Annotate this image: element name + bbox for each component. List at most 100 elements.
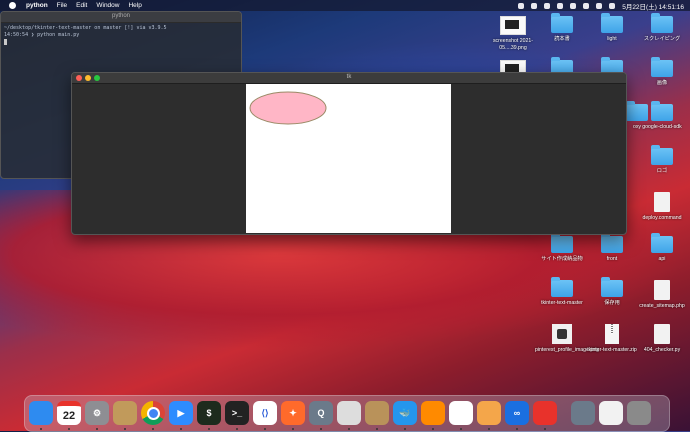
safari-icon[interactable]: ✦ [281, 401, 305, 425]
desktop-item[interactable]: deploy.command [635, 192, 689, 222]
iterm-icon[interactable]: $ [197, 401, 221, 425]
menu-file[interactable]: File [57, 2, 67, 9]
desktop-item[interactable]: create_sitemap.php [635, 280, 689, 310]
zoom-icon[interactable]: ▶ [169, 401, 193, 425]
quicktime-icon[interactable]: Q [309, 401, 333, 425]
terminal-title: python [111, 13, 130, 19]
folder-icon [651, 13, 673, 33]
desktop-item[interactable]: front [585, 233, 639, 263]
terminal-cursor [4, 39, 7, 45]
menu-clock[interactable]: 5月22日(土) 14:51:16 [622, 1, 684, 11]
running-indicator [124, 428, 126, 430]
status-icon[interactable] [518, 2, 525, 9]
wifi-icon[interactable] [583, 2, 590, 9]
status-area: 5月22日(土) 14:51:16 [518, 0, 684, 11]
tk-window[interactable]: tk [71, 72, 627, 235]
terminal-icon[interactable]: >_ [225, 401, 249, 425]
folder-icon [551, 13, 573, 33]
calendar-icon[interactable]: 22 [57, 401, 81, 425]
document-icon[interactable] [599, 401, 623, 425]
status-icon[interactable] [570, 2, 577, 9]
trash-icon[interactable] [627, 401, 651, 425]
desktop-item[interactable]: google-cloud-sdk [635, 101, 689, 131]
desktop-item[interactable]: api [635, 233, 689, 263]
menu-help[interactable]: Help [128, 2, 141, 9]
desktop-item[interactable]: サイト作成納品物 [535, 233, 589, 263]
running-indicator [488, 428, 490, 430]
running-indicator [460, 428, 462, 430]
file-icon [552, 324, 572, 344]
desktop-item[interactable]: tkinter-text-master [535, 277, 589, 307]
desktop-item-label: api [658, 256, 666, 262]
sequel-icon[interactable] [337, 401, 361, 425]
desktop-item[interactable]: ロゴ [635, 145, 689, 175]
desktop-item-label: サイト作成納品物 [541, 256, 583, 262]
control-center-icon[interactable] [609, 2, 616, 9]
terminal-line: 14:50:54 ❯ python main.py [4, 32, 80, 38]
running-indicator [404, 428, 406, 430]
desktop-item[interactable]: tkinter-text-master.zip [585, 324, 639, 354]
file-icon [654, 324, 670, 344]
pink-oval [249, 91, 327, 125]
desktop-item[interactable]: light [585, 13, 639, 43]
status-icon[interactable] [557, 2, 564, 9]
running-indicator [236, 428, 238, 430]
running-indicator [320, 428, 322, 430]
status-icon[interactable] [531, 2, 538, 9]
desktop-item-label: pinterest_profile_image.png [535, 347, 600, 353]
desktop-item[interactable]: screenshot 2021-05....39.png [486, 16, 540, 51]
desktop-item-label: deploy.command [642, 215, 682, 221]
running-indicator [264, 428, 266, 430]
finder-icon[interactable] [29, 401, 53, 425]
tk-canvas[interactable] [246, 84, 451, 233]
sourcetree-icon[interactable] [421, 401, 445, 425]
folder-icon [601, 277, 623, 297]
desktop-item-label: google-cloud-sdk [642, 124, 682, 130]
folder-icon [651, 101, 673, 121]
folder-icon [651, 145, 673, 165]
infinity-icon[interactable]: ∞ [505, 401, 529, 425]
app-icon[interactable] [113, 401, 137, 425]
desktop-item-label: 404_checker.py [643, 347, 681, 353]
terminal-titlebar[interactable]: python [1, 12, 241, 23]
folder-icon [651, 57, 673, 77]
running-indicator [68, 428, 70, 430]
archive-icon[interactable] [365, 401, 389, 425]
clock-icon[interactable] [533, 401, 557, 425]
desktop-item-label: 保存用 [604, 300, 620, 306]
docker-icon[interactable]: 🐳 [393, 401, 417, 425]
terminal-content[interactable]: ~/desktop/tkinter-text-master on master … [1, 23, 241, 50]
tk-title: tk [346, 74, 352, 80]
chrome-icon[interactable] [141, 401, 165, 425]
folder-icon [551, 233, 573, 253]
preview-icon[interactable] [477, 401, 501, 425]
apple-icon[interactable] [9, 2, 16, 9]
vscode-icon[interactable]: ⟨⟩ [253, 401, 277, 425]
desktop-item-label: スクレイピング [643, 36, 681, 42]
downloads-icon[interactable] [571, 401, 595, 425]
status-icon[interactable] [544, 2, 551, 9]
running-indicator [40, 428, 42, 430]
menu-window[interactable]: Window [96, 2, 119, 9]
github-desktop-icon[interactable] [449, 401, 473, 425]
desktop-item[interactable]: 保存用 [585, 277, 639, 307]
search-icon[interactable] [596, 2, 603, 9]
menu-edit[interactable]: Edit [76, 2, 87, 9]
folder-icon [601, 13, 623, 33]
desktop-item-label: create_sitemap.php [639, 303, 685, 309]
desktop-item[interactable]: 読本書 [535, 13, 589, 43]
menu-app-name[interactable]: python [26, 2, 48, 9]
menu-bar: python File Edit Window Help 5月22日(土) 14… [0, 0, 690, 11]
desktop-item[interactable]: 画像 [635, 57, 689, 87]
desktop-item-label: 読本書 [554, 36, 570, 42]
tk-titlebar[interactable]: tk [72, 73, 626, 84]
desktop-item-label: tkinter-text-master [541, 300, 583, 306]
desktop-item[interactable]: pinterest_profile_image.png [535, 324, 600, 354]
running-indicator [516, 428, 518, 430]
running-indicator [180, 428, 182, 430]
system-preferences-icon[interactable]: ⚙ [85, 401, 109, 425]
running-indicator [152, 428, 154, 430]
desktop-item[interactable]: スクレイピング [635, 13, 689, 43]
desktop-item[interactable]: 404_checker.py [635, 324, 689, 354]
running-indicator [208, 428, 210, 430]
